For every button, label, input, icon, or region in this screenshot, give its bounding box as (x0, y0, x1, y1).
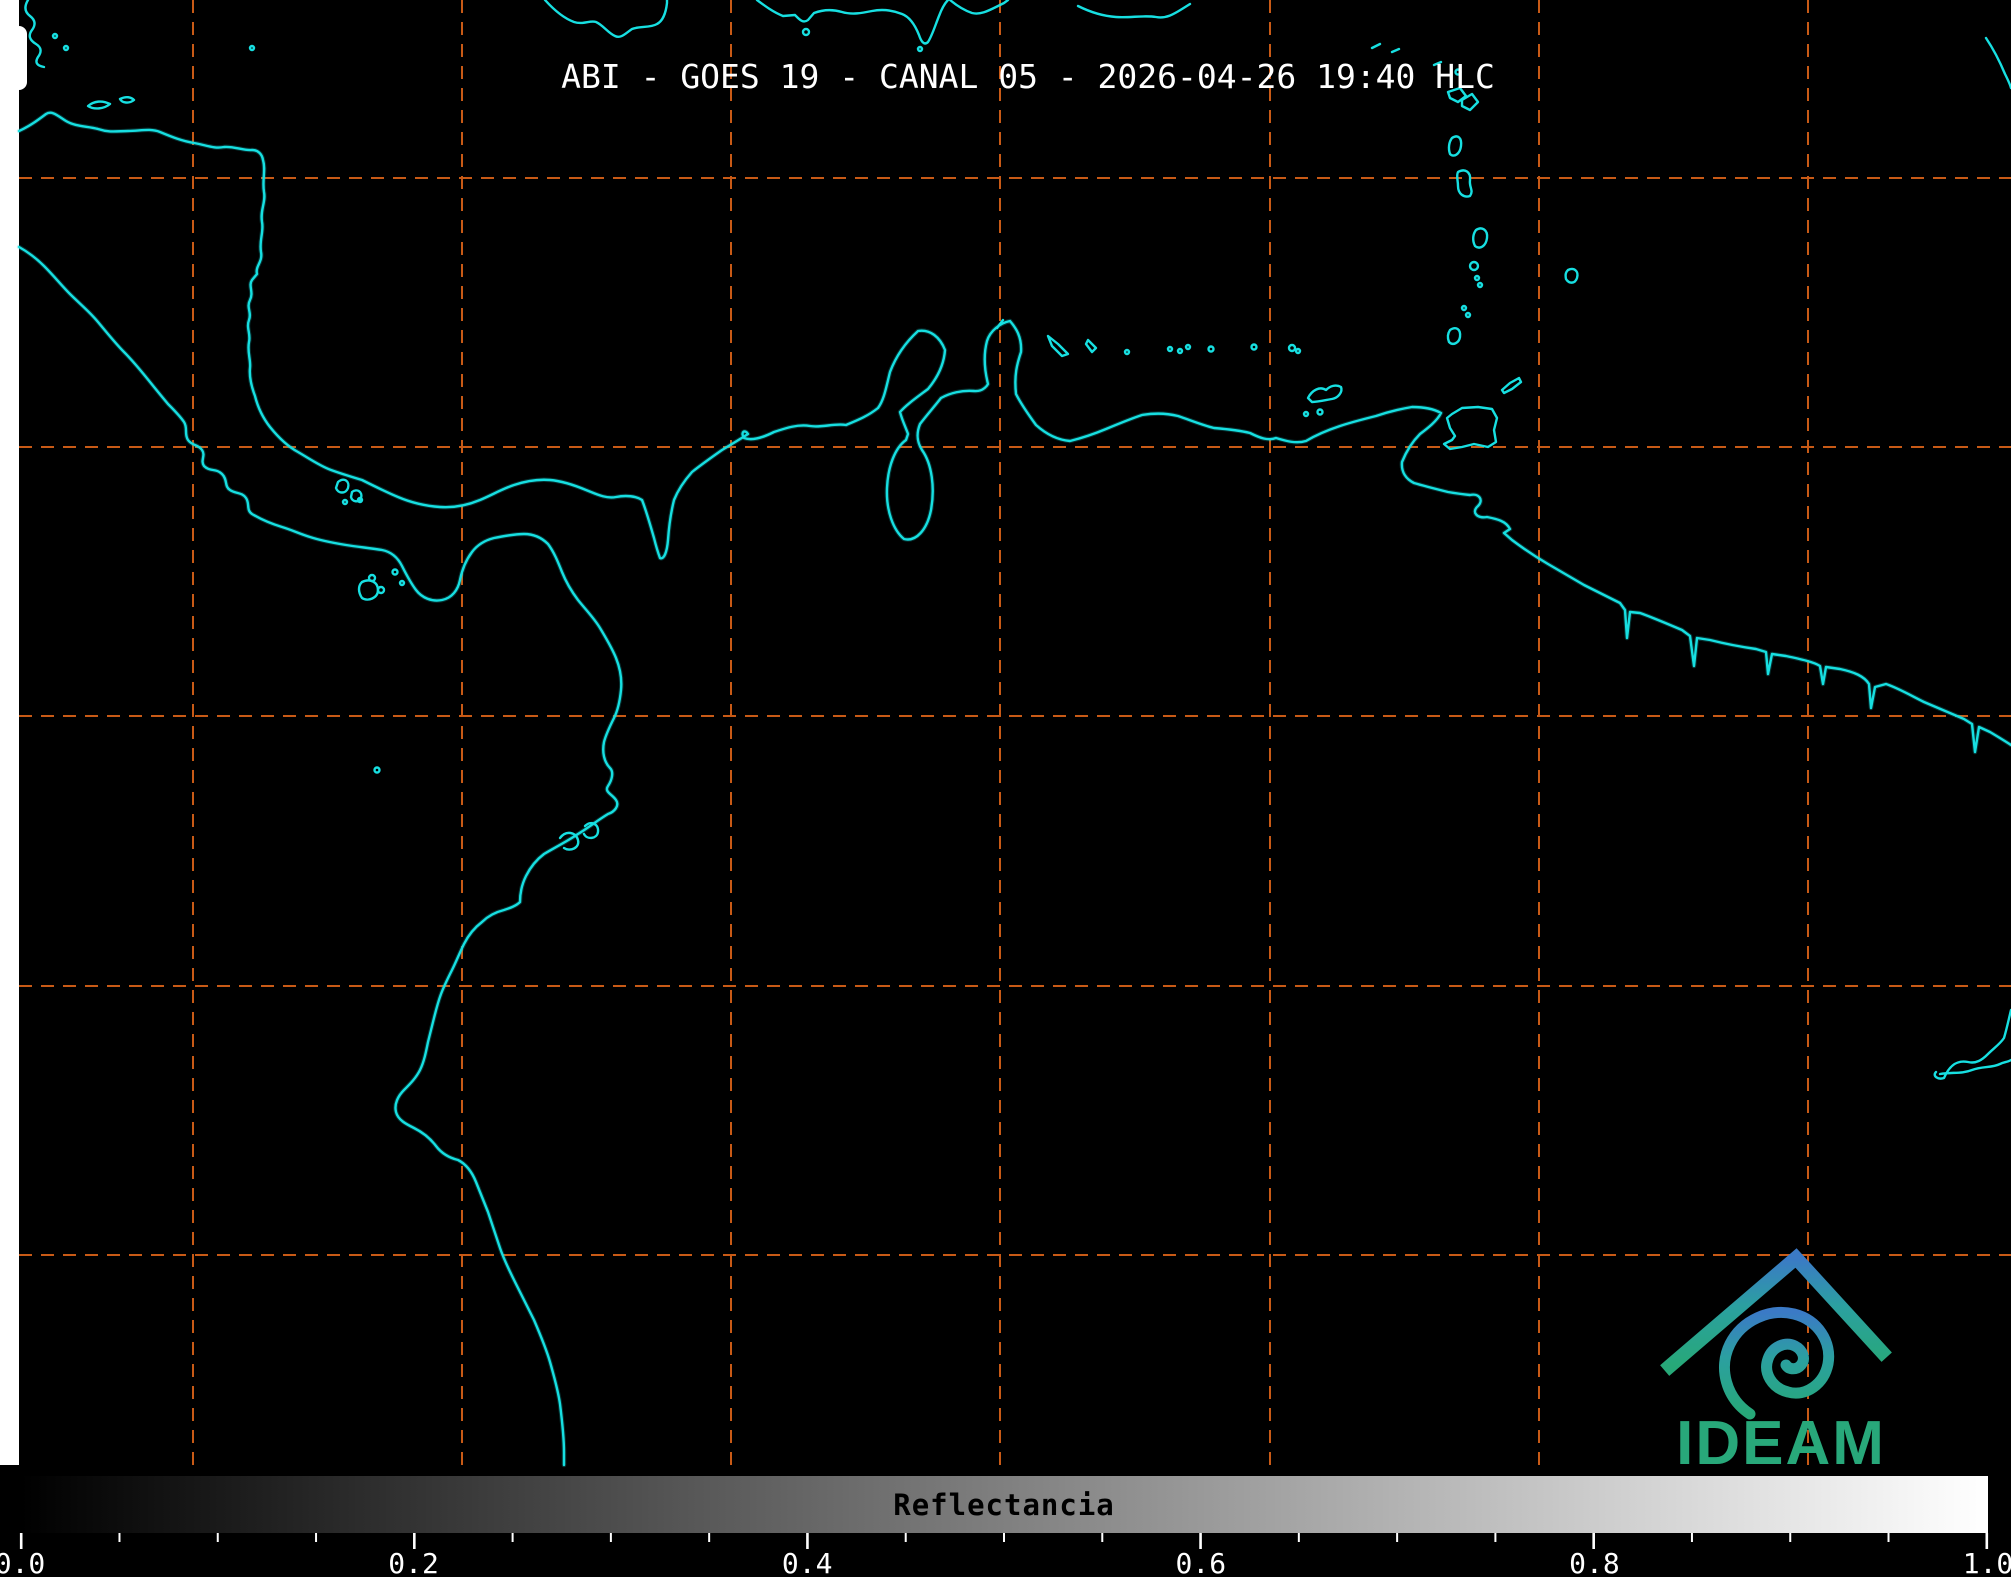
scan-edge-strip (0, 0, 27, 1465)
hurricane-spiral-icon (1719, 1307, 1835, 1420)
island-tobago (1500, 376, 1523, 395)
coast-top-right-fragment (1984, 36, 2011, 90)
islands-bocas-del-toro (334, 478, 364, 506)
coast-caribbean-mainland (17, 111, 2011, 754)
coast-buenaventura-estuaries (373, 766, 600, 851)
ideam-logo-mark: IDEAM (1660, 1248, 1892, 1478)
islands-gulf-of-panama (357, 568, 406, 601)
coast-puerto-rico (1076, 2, 1192, 19)
ideam-logo: IDEAM (1658, 1246, 1908, 1478)
islands-venezuela (995, 318, 1343, 418)
ideam-logo-text: IDEAM (1676, 1409, 1886, 1474)
islets-hispaniola (801, 27, 924, 53)
coast-bottom-right-fragment (1933, 1008, 2011, 1080)
satellite-image-viewport: ABI - GOES 19 - CANAL 05 - 2026-04-26 19… (0, 0, 2011, 1577)
image-title: ABI - GOES 19 - CANAL 05 - 2026-04-26 19… (561, 57, 1495, 96)
islands-western-caribbean (24, 0, 256, 110)
coast-hispaniola (755, 0, 1010, 45)
coast-jamaica (543, 0, 669, 38)
coast-pacific (17, 245, 623, 1467)
island-trinidad (1442, 405, 1499, 451)
